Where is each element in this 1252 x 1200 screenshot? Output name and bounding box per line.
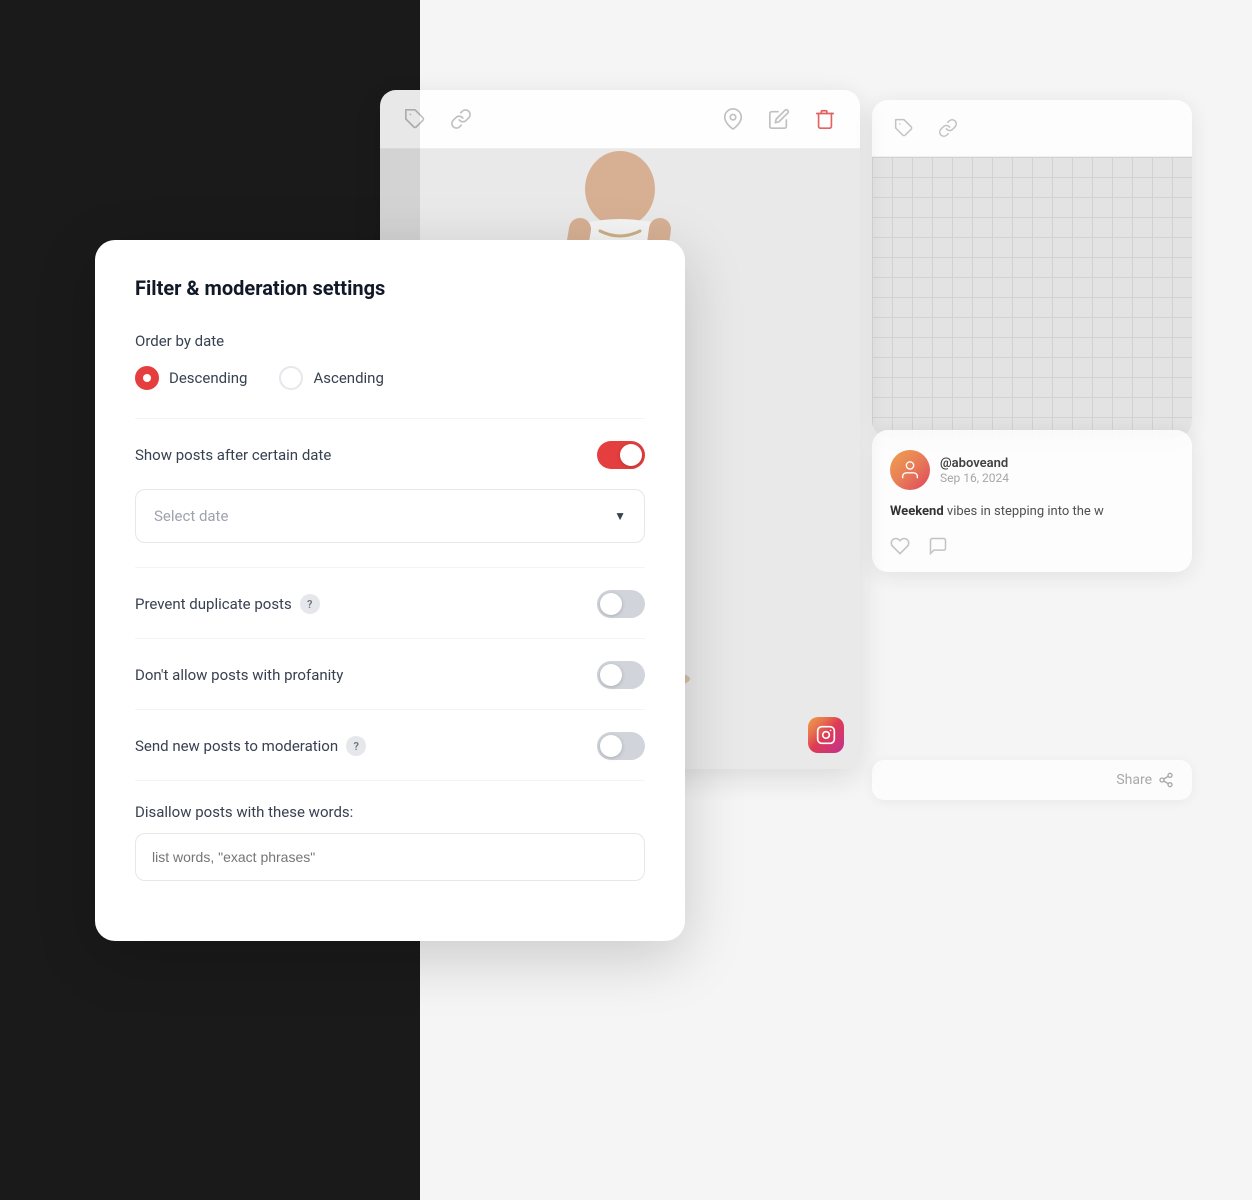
divider-3 (135, 638, 645, 639)
date-select-arrow: ▼ (614, 509, 626, 523)
radio-group-order: Descending Ascending (135, 366, 645, 390)
prevent-duplicate-toggle[interactable] (597, 590, 645, 618)
trash-icon-center[interactable] (810, 104, 840, 134)
heart-action[interactable] (890, 536, 910, 556)
radio-descending-circle (135, 366, 159, 390)
date-select[interactable]: Select date ▼ (135, 489, 645, 543)
card-right-toolbar (872, 100, 1192, 157)
show-posts-label: Show posts after certain date (135, 446, 331, 464)
radio-ascending[interactable]: Ascending (279, 366, 383, 390)
no-profanity-label: Don't allow posts with profanity (135, 666, 343, 684)
social-avatar (890, 450, 930, 490)
share-button[interactable]: Share (1116, 772, 1174, 788)
grid-image (872, 157, 1192, 437)
show-posts-toggle[interactable] (597, 441, 645, 469)
instagram-badge (808, 717, 844, 753)
card-behind-right (872, 100, 1192, 437)
send-moderation-help[interactable]: ? (346, 736, 366, 756)
send-moderation-toggle[interactable] (597, 732, 645, 760)
prevent-duplicate-knob (600, 593, 622, 615)
disallow-words-label: Disallow posts with these words: (135, 803, 645, 821)
social-username: @aboveand (940, 456, 1009, 471)
radio-descending[interactable]: Descending (135, 366, 247, 390)
pin-icon-center[interactable] (718, 104, 748, 134)
tag-icon-center[interactable] (400, 104, 430, 134)
social-date: Sep 16, 2024 (940, 471, 1009, 485)
send-moderation-row: Send new posts to moderation ? (135, 732, 645, 760)
date-select-placeholder: Select date (154, 507, 228, 525)
card-right-image (872, 157, 1192, 437)
share-label: Share (1116, 772, 1152, 788)
show-posts-toggle-row: Show posts after certain date (135, 441, 645, 469)
divider-4 (135, 709, 645, 710)
social-meta: @aboveand Sep 16, 2024 (940, 456, 1009, 485)
no-profanity-toggle[interactable] (597, 661, 645, 689)
radio-ascending-circle (279, 366, 303, 390)
no-profanity-knob (600, 664, 622, 686)
disallow-words-section: Disallow posts with these words: (135, 803, 645, 881)
card-share-row: Share (872, 760, 1192, 800)
card-social: @aboveand Sep 16, 2024 Weekend vibes in … (872, 430, 1192, 572)
radio-descending-label: Descending (169, 369, 247, 387)
order-by-date-label: Order by date (135, 332, 645, 350)
link-icon-right[interactable] (934, 114, 962, 142)
comment-action[interactable] (928, 536, 948, 556)
social-text: Weekend vibes in stepping into the w (890, 502, 1174, 522)
order-by-date-section: Order by date Descending Ascending (135, 332, 645, 390)
edit-icon-center[interactable] (764, 104, 794, 134)
filter-modal: Filter & moderation settings Order by da… (95, 240, 685, 941)
divider-5 (135, 780, 645, 781)
send-moderation-label: Send new posts to moderation ? (135, 736, 366, 756)
link-icon-center[interactable] (446, 104, 476, 134)
radio-ascending-label: Ascending (313, 369, 383, 387)
divider-1 (135, 418, 645, 419)
social-card-header: @aboveand Sep 16, 2024 (890, 450, 1174, 490)
disallow-words-input[interactable] (135, 833, 645, 881)
social-actions (890, 536, 1174, 556)
prevent-duplicate-label: Prevent duplicate posts ? (135, 594, 320, 614)
show-posts-toggle-knob (620, 444, 642, 466)
send-moderation-knob (600, 735, 622, 757)
prevent-duplicate-row: Prevent duplicate posts ? (135, 590, 645, 618)
card-center-toolbar (380, 90, 860, 149)
no-profanity-row: Don't allow posts with profanity (135, 661, 645, 689)
filter-title: Filter & moderation settings (135, 276, 645, 300)
divider-2 (135, 567, 645, 568)
tag-icon-right[interactable] (890, 114, 918, 142)
prevent-duplicate-help[interactable]: ? (300, 594, 320, 614)
